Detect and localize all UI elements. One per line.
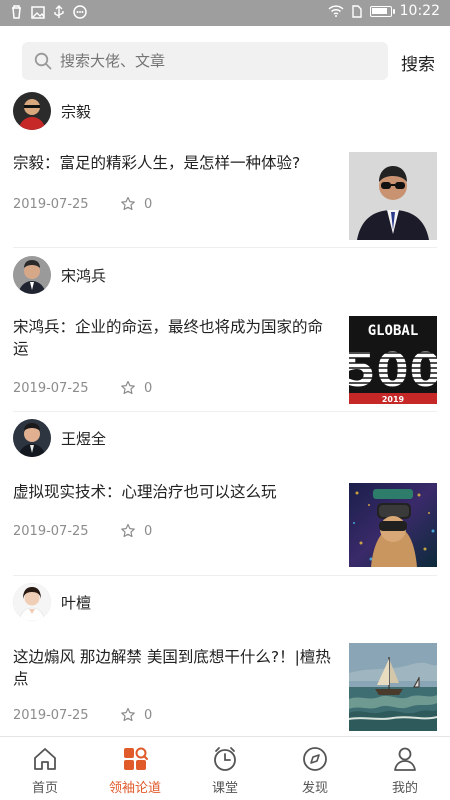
tab-label: 课堂 xyxy=(211,781,238,796)
tab-label: 首页 xyxy=(31,781,58,796)
bottom-tab-bar: 首页 领袖论道 课堂 发现 我的 xyxy=(0,736,450,800)
compass-icon xyxy=(303,747,327,771)
tab-home[interactable]: 首页 xyxy=(0,745,90,796)
tab-label: 领袖论道 xyxy=(108,781,161,796)
wifi-icon xyxy=(328,5,344,17)
article-card[interactable]: 宗毅 宗毅：富足的精彩人生，是怎样一种体验? 2019-07-25 0 xyxy=(0,92,450,248)
sim-icon xyxy=(351,4,362,18)
article-card[interactable]: 叶檀 这边煽风 那边解禁 美国到底想干什么?！|檀热点 2019-07-25 0 xyxy=(0,583,450,735)
article-card[interactable]: 王煜全 虚拟现实技术：心理治疗也可以这么玩 2019-07-25 0 xyxy=(0,419,450,576)
star-count: 0 xyxy=(144,380,153,396)
author-name[interactable]: 宋鸿兵 xyxy=(61,265,106,286)
article-title[interactable]: 宗毅：富足的精彩人生，是怎样一种体验? xyxy=(13,152,335,174)
thumb-global-text: GLOBAL xyxy=(368,323,419,339)
search-button[interactable]: 搜索 xyxy=(401,50,435,75)
article-date: 2019-07-25 xyxy=(13,523,89,539)
image-icon xyxy=(31,5,45,19)
divider xyxy=(13,247,437,248)
author-row[interactable]: 王煜全 xyxy=(13,419,106,457)
tab-label: 我的 xyxy=(391,781,418,796)
tab-leaders[interactable]: 领袖论道 xyxy=(90,745,180,796)
tab-profile[interactable]: 我的 xyxy=(360,745,450,796)
home-icon xyxy=(34,748,56,770)
profile-icon xyxy=(394,747,416,771)
status-time: 10:22 xyxy=(399,3,440,19)
star-count: 0 xyxy=(144,196,153,212)
star-count: 0 xyxy=(144,707,153,723)
article-meta: 2019-07-25 0 xyxy=(13,523,152,539)
avatar[interactable] xyxy=(13,92,51,130)
author-name[interactable]: 宗毅 xyxy=(61,101,91,122)
article-thumbnail[interactable] xyxy=(349,483,437,567)
article-title[interactable]: 虚拟现实技术：心理治疗也可以这么玩 xyxy=(13,481,335,503)
article-meta: 2019-07-25 0 xyxy=(13,380,152,396)
clock-icon xyxy=(214,747,236,771)
article-title[interactable]: 这边煽风 那边解禁 美国到底想干什么?！|檀热点 xyxy=(13,646,335,690)
search-icon xyxy=(34,52,52,70)
divider xyxy=(13,411,437,412)
star-icon[interactable] xyxy=(120,380,136,396)
article-thumbnail[interactable]: GLOBAL 500 2019 xyxy=(349,316,437,404)
usb-icon xyxy=(54,5,64,18)
author-row[interactable]: 叶檀 xyxy=(13,583,91,621)
leaders-icon xyxy=(124,747,148,770)
search-bar[interactable] xyxy=(22,42,388,80)
author-name[interactable]: 叶檀 xyxy=(61,592,91,613)
search-input[interactable] xyxy=(60,52,360,70)
star-icon[interactable] xyxy=(120,196,136,212)
article-date: 2019-07-25 xyxy=(13,707,89,723)
tab-discover[interactable]: 发现 xyxy=(270,745,360,796)
divider xyxy=(13,575,437,576)
author-name[interactable]: 王煜全 xyxy=(61,428,106,449)
battery-icon xyxy=(369,5,395,17)
star-count: 0 xyxy=(144,523,153,539)
dots-icon xyxy=(73,5,87,19)
article-thumbnail[interactable] xyxy=(349,643,437,731)
article-thumbnail[interactable] xyxy=(349,152,437,240)
avatar[interactable] xyxy=(13,583,51,621)
avatar[interactable] xyxy=(13,256,51,294)
article-meta: 2019-07-25 0 xyxy=(13,196,152,212)
star-icon[interactable] xyxy=(120,707,136,723)
tab-label: 发现 xyxy=(301,781,328,796)
author-row[interactable]: 宋鸿兵 xyxy=(13,256,106,294)
article-meta: 2019-07-25 0 xyxy=(13,707,152,723)
author-row[interactable]: 宗毅 xyxy=(13,92,91,130)
thumb-500-text: 500 xyxy=(349,343,437,397)
status-bar: 10:22 xyxy=(0,0,450,26)
tab-classroom[interactable]: 课堂 xyxy=(180,745,270,796)
article-date: 2019-07-25 xyxy=(13,196,89,212)
thumb-year-text: 2019 xyxy=(382,395,405,404)
avatar[interactable] xyxy=(13,419,51,457)
star-icon[interactable] xyxy=(120,523,136,539)
article-card[interactable]: 宋鸿兵 宋鸿兵：企业的命运，最终也将成为国家的命运 2019-07-25 0 G… xyxy=(0,256,450,412)
trash-icon xyxy=(12,5,21,19)
article-date: 2019-07-25 xyxy=(13,380,89,396)
article-title[interactable]: 宋鸿兵：企业的命运，最终也将成为国家的命运 xyxy=(13,316,335,360)
